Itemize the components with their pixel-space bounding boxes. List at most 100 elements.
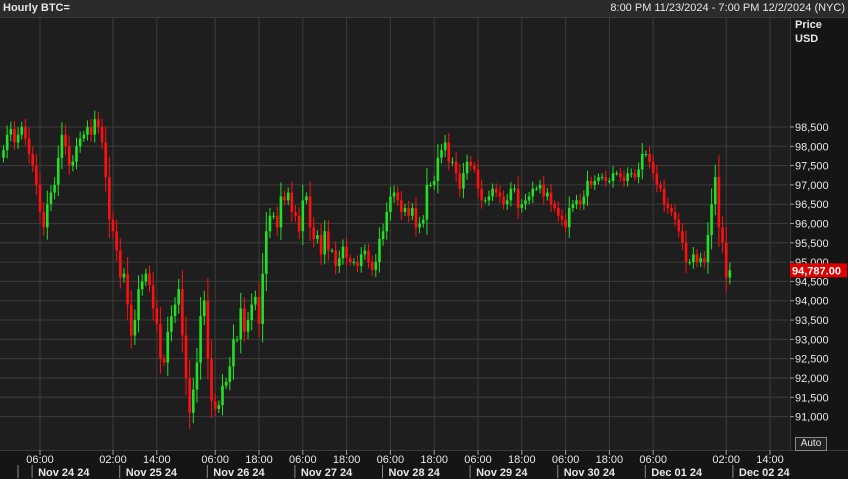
candle-bull <box>381 231 385 239</box>
candle-bull <box>462 173 465 189</box>
candle-bull <box>637 169 640 178</box>
candle-bull <box>265 231 268 274</box>
candle-bull <box>527 196 531 201</box>
candle-bear <box>297 215 301 232</box>
candle-bull <box>338 258 341 266</box>
day-label: Nov 29 24 <box>476 467 528 478</box>
y-tick-label: 94,500 <box>795 276 829 288</box>
candle-bull <box>268 215 272 232</box>
candle-bull <box>359 254 363 266</box>
candle-bear <box>724 242 728 278</box>
y-tick-label: 91,000 <box>795 412 829 424</box>
candle-bull <box>239 308 243 340</box>
candle-bear <box>308 196 312 228</box>
candle-bear <box>666 204 670 209</box>
candle-bear <box>104 142 107 178</box>
candle-bull <box>692 254 695 263</box>
candle-bear <box>181 289 184 336</box>
candle-bull <box>192 389 195 413</box>
candle-bull <box>330 250 334 252</box>
candle-bull <box>49 192 53 205</box>
candle-bull <box>389 196 392 212</box>
candle-bear <box>622 177 626 182</box>
candle-bull <box>432 181 436 185</box>
day-label: Nov 26 24 <box>213 467 265 478</box>
candle-bear <box>35 165 38 185</box>
candle-bull <box>586 181 589 197</box>
y-tick-label: 95,500 <box>795 238 829 250</box>
candle-bull <box>436 157 440 182</box>
candle-bull <box>403 208 407 212</box>
candle-bull <box>261 273 264 324</box>
candle-bull <box>232 339 235 367</box>
candle-bull <box>323 231 326 255</box>
candle-bull <box>429 184 432 186</box>
candle-bull <box>418 223 421 228</box>
candle-bear <box>414 208 418 228</box>
candle-bull <box>611 173 615 182</box>
candle-bear <box>126 273 129 305</box>
candle-bull <box>9 128 13 135</box>
candle-bull <box>71 161 75 166</box>
candle-bear <box>469 161 472 166</box>
candle-bear <box>115 231 118 251</box>
candle-bull <box>411 208 414 216</box>
y-tick-label: 91,500 <box>795 392 829 404</box>
candle-bull <box>305 196 308 201</box>
x-tick-label: 18:00 <box>508 454 536 466</box>
candle-bull <box>5 134 9 151</box>
candle-bull <box>254 296 257 305</box>
candle-bear <box>100 126 104 143</box>
candle-bear <box>557 208 560 216</box>
candle-bear <box>356 262 359 266</box>
candle-bull <box>56 157 60 185</box>
candle-bear <box>38 184 42 212</box>
candle-bull <box>484 200 487 202</box>
candle-bear <box>370 262 374 270</box>
candle-bear <box>243 308 246 332</box>
candle-bear <box>24 126 27 139</box>
candle-bear <box>312 227 316 239</box>
candle-bear <box>670 208 673 212</box>
candle-bear <box>549 192 553 205</box>
candle-bear <box>129 304 133 336</box>
candle-bull <box>491 188 494 197</box>
candle-bear <box>67 146 71 166</box>
candle-bear <box>721 227 724 243</box>
candle-bear <box>294 211 297 216</box>
candle-bear <box>27 138 31 154</box>
last-price-label: 94,787.00 <box>792 265 841 277</box>
candle-bull <box>699 258 702 263</box>
x-tick-label: 02:00 <box>712 454 740 466</box>
candle-bull <box>546 192 549 197</box>
candle-bull <box>224 381 228 386</box>
candle-bear <box>162 358 166 363</box>
y-tick-label: 97,500 <box>795 161 829 173</box>
candle-bear <box>319 235 323 255</box>
candle-bull <box>60 134 64 158</box>
candle-bear <box>542 184 545 197</box>
candle-bull <box>202 300 206 317</box>
candle-bull <box>593 181 597 185</box>
candle-bull <box>173 304 177 317</box>
candle-bull <box>571 204 575 209</box>
candle-bull <box>600 177 604 179</box>
candle-bull <box>133 320 137 336</box>
candle-bear <box>494 188 498 193</box>
candle-bull <box>451 161 454 163</box>
candle-bull <box>166 331 170 363</box>
day-label: Nov 27 24 <box>301 467 353 478</box>
candle-bull <box>177 289 180 305</box>
candle-bull <box>86 126 89 135</box>
candle-bull <box>582 196 586 205</box>
candle-bull <box>597 177 600 182</box>
day-label: Nov 25 24 <box>126 467 178 478</box>
auto-scale-button[interactable]: Auto <box>795 437 827 451</box>
candle-bear <box>188 377 191 413</box>
y-tick-label: 97,000 <box>795 180 829 192</box>
candle-bull <box>16 134 20 143</box>
y-tick-label: 98,500 <box>795 122 829 134</box>
candle-bear <box>345 246 348 259</box>
candle-bear <box>447 142 451 162</box>
x-tick-label: 14:00 <box>143 454 171 466</box>
